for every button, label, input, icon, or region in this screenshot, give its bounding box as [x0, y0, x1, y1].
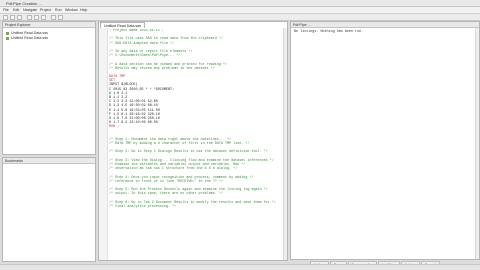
ide-window: Pdf:Pipe Creation ... File Edit Navigate…	[0, 0, 480, 270]
title-bar: Pdf:Pipe Creation ...	[0, 0, 480, 7]
status-bar	[0, 264, 480, 270]
menu-help[interactable]: Help	[80, 8, 87, 12]
file-icon	[6, 36, 9, 40]
new-file-icon[interactable]	[3, 15, 8, 20]
save-icon[interactable]	[17, 15, 22, 20]
menu-project[interactable]: Project	[40, 8, 51, 12]
bookmarks-header: Bookmarks	[3, 158, 95, 164]
run-icon[interactable]	[51, 15, 56, 20]
tree-item[interactable]: Untitled Read Data.sas	[6, 36, 48, 40]
cut-icon[interactable]	[27, 15, 32, 20]
project-explorer-panel: Project Explorer Untitled Read Data.sas …	[2, 21, 96, 155]
menu-file[interactable]: File	[3, 8, 9, 12]
code-area[interactable]: * Project Name 2024-05-11 ;/* This file …	[109, 29, 285, 260]
copy-icon[interactable]	[34, 15, 39, 20]
paste-icon[interactable]	[41, 15, 46, 20]
project-explorer-header: Project Explorer	[3, 22, 95, 28]
listing-panel: Pdf:Pipe ... No listings. Nothing has be…	[290, 21, 480, 260]
editor-vertical-scrollbar[interactable]	[283, 28, 287, 260]
code-editor[interactable]: Untitled Read Data.sas * Project Name 20…	[98, 21, 288, 261]
file-icon	[6, 31, 9, 35]
window-title: Pdf:Pipe Creation ...	[6, 1, 42, 6]
line-gutter	[99, 28, 108, 260]
listing-vertical-scrollbar[interactable]	[475, 28, 479, 259]
code-line[interactable]: /* final analytics processing. */	[109, 205, 285, 209]
open-icon[interactable]	[10, 15, 15, 20]
menu-bar: File Edit Navigate Project Run Window He…	[0, 7, 480, 14]
tree-item[interactable]: Untitled Read Data.sas	[6, 31, 48, 35]
bookmarks-panel: Bookmarks	[2, 157, 96, 262]
code-line[interactable]: /* Step 2: Go to Step 1 Dialogs Results …	[109, 150, 285, 154]
menu-window[interactable]: Window	[65, 8, 78, 12]
menu-run[interactable]: Run	[55, 8, 62, 12]
listing-panel-header: Pdf:Pipe ...	[291, 22, 479, 28]
stop-icon[interactable]	[58, 15, 63, 20]
menu-edit[interactable]: Edit	[13, 8, 19, 12]
menu-navigate[interactable]: Navigate	[23, 8, 37, 12]
toolbar	[0, 14, 480, 21]
listing-text: No listings. Nothing has been run.	[294, 30, 364, 34]
